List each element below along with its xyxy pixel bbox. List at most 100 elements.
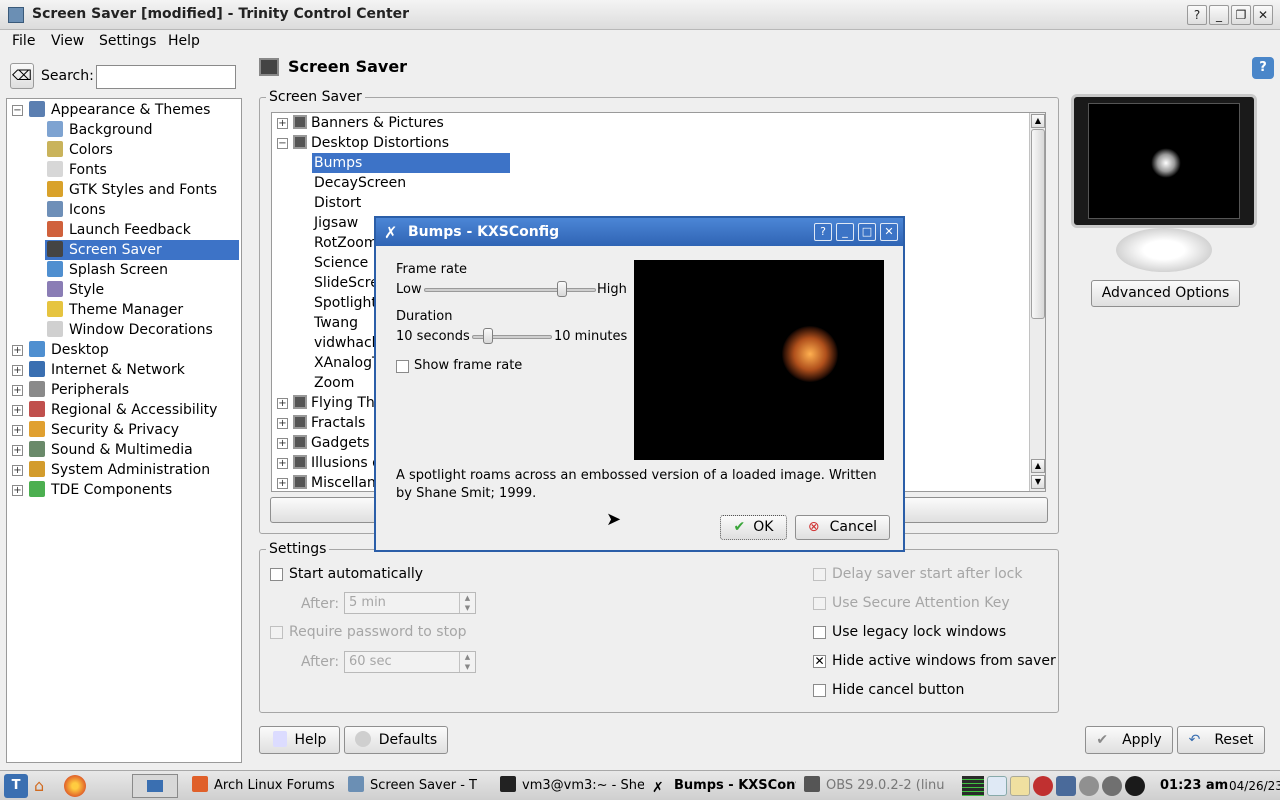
duration-slider-handle[interactable] [483, 328, 493, 344]
category-expander-icon[interactable]: + [277, 458, 288, 469]
sidebar-item-icons[interactable]: Icons [45, 200, 239, 220]
ok-button[interactable]: ✔ OK [720, 515, 787, 540]
reset-button[interactable]: ↶ Reset [1177, 726, 1265, 754]
tree-expander-icon[interactable]: + [12, 345, 23, 356]
screensaver-item[interactable]: DecayScreen [312, 173, 406, 193]
taskbar-task[interactable]: vm3@vm3:~ - She [496, 774, 644, 798]
close-button[interactable]: ✕ [1253, 5, 1273, 25]
clock-date[interactable]: 04/26/23 [1229, 779, 1280, 793]
screensaver-item[interactable]: Jigsaw [312, 213, 358, 233]
search-input[interactable] [96, 65, 236, 89]
scroll-thumb[interactable] [1031, 129, 1045, 319]
screensaver-category[interactable]: Miscellan [293, 473, 376, 493]
tree-expander-icon[interactable]: + [12, 465, 23, 476]
after2-spinbox[interactable]: 60 sec ▲ ▼ [344, 651, 476, 673]
tree-expander-icon[interactable]: + [12, 425, 23, 436]
display-icon[interactable] [1056, 776, 1076, 796]
sidebar-item-internet-network[interactable]: Internet & Network [27, 360, 239, 380]
taskbar-task[interactable]: ✗ Bumps - KXSConf [648, 774, 796, 798]
legacy-lock-checkbox[interactable] [813, 626, 826, 639]
spin-down-icon[interactable]: ▼ [459, 603, 475, 613]
sidebar-item-style[interactable]: Style [45, 280, 239, 300]
category-expander-icon[interactable]: + [277, 438, 288, 449]
whats-this-help-icon[interactable]: ? [1252, 57, 1274, 79]
sidebar-item-launch-feedback[interactable]: Launch Feedback [45, 220, 239, 240]
sidebar-item-theme-manager[interactable]: Theme Manager [45, 300, 239, 320]
taskbar-task[interactable]: Screen Saver - T [344, 774, 492, 798]
sidebar-item-splash-screen[interactable]: Splash Screen [45, 260, 239, 280]
screensaver-category[interactable]: Fractals [293, 413, 365, 433]
screensaver-category[interactable]: Banners & Pictures [293, 113, 444, 133]
hide-active-checkbox[interactable]: ✕ [813, 655, 826, 668]
category-expander-icon[interactable]: + [277, 398, 288, 409]
spin-up-icon[interactable]: ▲ [459, 652, 475, 662]
help-button[interactable]: Help [259, 726, 340, 754]
sidebar-item-sound-multimedia[interactable]: Sound & Multimedia [27, 440, 239, 460]
keyboard-icon[interactable] [1010, 776, 1030, 796]
screensaver-category[interactable]: Illusions o [293, 453, 381, 473]
tree-expander-icon[interactable]: + [12, 445, 23, 456]
restore-button[interactable]: ❐ [1231, 5, 1251, 25]
screensaver-item[interactable]: SlideScre [312, 273, 379, 293]
menu-view[interactable]: View [51, 33, 84, 49]
screensaver-category[interactable]: Gadgets & [293, 433, 385, 453]
dialog-close-button[interactable]: ✕ [880, 223, 898, 241]
tree-expander-icon[interactable]: − [12, 105, 23, 116]
system-monitor-icon[interactable] [962, 776, 984, 796]
screensaver-category[interactable]: Flying Thi [293, 393, 379, 413]
sidebar-item-background[interactable]: Background [45, 120, 239, 140]
network-status-icon[interactable] [1033, 776, 1053, 796]
tree-expander-icon[interactable]: + [12, 405, 23, 416]
require-password-checkbox[interactable] [270, 626, 283, 639]
dialog-minimize-button[interactable]: _ [836, 223, 854, 241]
scroll-down-button[interactable]: ▼ [1031, 475, 1045, 489]
start-automatically-checkbox[interactable] [270, 568, 283, 581]
screensaver-item[interactable]: Science [312, 253, 368, 273]
tree-expander-icon[interactable]: + [12, 385, 23, 396]
sidebar-item-colors[interactable]: Colors [45, 140, 239, 160]
category-expander-icon[interactable]: + [277, 118, 288, 129]
clock-time[interactable]: 01:23 am [1160, 778, 1228, 793]
dialog-help-button[interactable]: ? [814, 223, 832, 241]
sidebar-item-tde-components[interactable]: TDE Components [27, 480, 239, 500]
obs-tray-icon[interactable] [1125, 776, 1145, 796]
control-center-icon[interactable] [8, 7, 24, 23]
defaults-button[interactable]: Defaults [344, 726, 448, 754]
dialog-maximize-button[interactable]: □ [858, 223, 876, 241]
menu-settings[interactable]: Settings [99, 33, 156, 49]
module-tree[interactable]: − Appearance & Themes Background Colors Font… [6, 98, 242, 763]
screensaver-item[interactable]: XAnalogT [312, 353, 381, 373]
delay-saver-checkbox[interactable] [813, 568, 826, 581]
screensaver-item[interactable]: Bumps [312, 153, 510, 173]
scroll-up-button[interactable]: ▲ [1031, 114, 1045, 128]
show-frame-rate-checkbox[interactable] [396, 360, 409, 373]
help-window-button[interactable]: ? [1187, 5, 1207, 25]
screensaver-item[interactable]: RotZoom [312, 233, 378, 253]
sidebar-item-regional-accessibility[interactable]: Regional & Accessibility [27, 400, 239, 420]
start-menu-icon[interactable]: T [4, 774, 28, 798]
screensaver-item[interactable]: Twang [312, 313, 358, 333]
advanced-options-button[interactable]: Advanced Options [1091, 280, 1240, 307]
menu-file[interactable]: File [12, 33, 35, 49]
sidebar-item-security-privacy[interactable]: Security & Privacy [27, 420, 239, 440]
sidebar-item-fonts[interactable]: Fonts [45, 160, 239, 180]
sidebar-item-appearance-themes[interactable]: Appearance & Themes [27, 100, 239, 120]
scroll-up-button-2[interactable]: ▲ [1031, 459, 1045, 473]
window-title-bar[interactable]: Screen Saver [modified] - Trinity Contro… [0, 0, 1280, 30]
sidebar-item-peripherals[interactable]: Peripherals [27, 380, 239, 400]
screensaver-item[interactable]: Spotlight [312, 293, 377, 313]
sidebar-item-screen-saver[interactable]: Screen Saver [45, 240, 239, 260]
category-expander-icon[interactable]: + [277, 478, 288, 489]
clipboard-icon[interactable] [987, 776, 1007, 796]
list-scrollbar[interactable]: ▲ ▲ ▼ [1029, 113, 1045, 491]
category-expander-icon[interactable]: + [277, 418, 288, 429]
frame-rate-slider[interactable] [424, 288, 596, 292]
screensaver-category[interactable]: Desktop Distortions [293, 133, 449, 153]
taskbar-task[interactable]: OBS 29.0.2-2 (linu [800, 774, 950, 798]
firefox-launcher-icon[interactable] [64, 775, 86, 797]
menu-help[interactable]: Help [168, 33, 200, 49]
sidebar-item-system-administration[interactable]: System Administration [27, 460, 239, 480]
minimize-button[interactable]: _ [1209, 5, 1229, 25]
screensaver-item[interactable]: Distort [312, 193, 361, 213]
screensaver-item[interactable]: Zoom [312, 373, 354, 393]
